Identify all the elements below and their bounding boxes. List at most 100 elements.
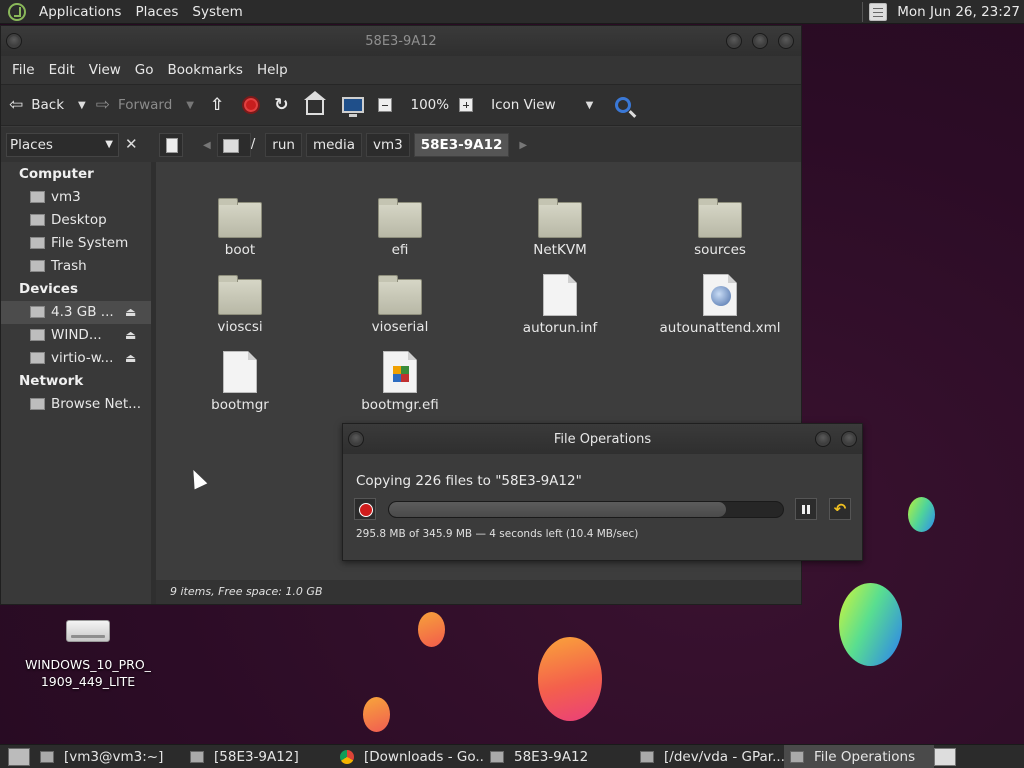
window-menu-button[interactable] — [6, 33, 22, 49]
taskbar-item-file-manager-2[interactable]: 58E3-9A12 — [484, 745, 634, 768]
show-desktop-icon[interactable] — [8, 747, 30, 766]
back-button[interactable]: ⇦ Back ▼ — [9, 95, 86, 115]
sidebar-item-device-1[interactable]: 4.3 GB ... ⏏ — [1, 301, 151, 324]
distro-logo-icon[interactable] — [8, 2, 26, 21]
back-history-dropdown-icon[interactable]: ▼ — [78, 100, 86, 111]
menu-file[interactable]: File — [5, 62, 42, 78]
maximize-button[interactable] — [752, 33, 768, 49]
home-folder-icon — [30, 191, 45, 203]
menu-bookmarks[interactable]: Bookmarks — [161, 62, 250, 78]
close-button[interactable] — [841, 431, 857, 447]
forward-history-dropdown-icon[interactable]: ▼ — [186, 100, 194, 111]
home-button[interactable] — [304, 90, 327, 115]
reload-button[interactable]: ↻ — [274, 95, 296, 115]
minimize-button[interactable] — [726, 33, 742, 49]
file-item[interactable]: efi — [320, 198, 480, 258]
copy-details: 295.8 MB of 345.9 MB — 4 seconds left (1… — [356, 528, 639, 540]
sidebar-type-select[interactable]: Places ▼ — [6, 133, 119, 157]
sidebar-item-file-system[interactable]: File System — [1, 232, 151, 255]
calendar-icon[interactable] — [869, 2, 888, 21]
up-button[interactable]: ⇧ — [210, 95, 232, 115]
file-name: boot — [224, 242, 256, 258]
sidebar-item-device-2[interactable]: WIND... ⏏ — [1, 324, 151, 347]
clock[interactable]: Mon Jun 26, 23:27 — [897, 4, 1020, 20]
undo-icon[interactable]: ↶ — [829, 498, 851, 520]
back-label: Back — [31, 97, 65, 113]
view-mode-dropdown-icon: ▼ — [585, 99, 594, 111]
taskbar-item-file-operations[interactable]: File Operations — [784, 744, 934, 768]
view-mode-select[interactable]: Icon View ▼ — [491, 97, 593, 113]
globe-icon — [711, 286, 731, 306]
window-titlebar[interactable]: 58E3-9A12 — [1, 26, 801, 56]
breadcrumb-item-current[interactable]: 58E3-9A12 — [413, 133, 510, 157]
folder-icon — [218, 198, 262, 238]
eject-icon[interactable]: ⏏ — [125, 324, 136, 347]
sidebar-item-browse-network[interactable]: Browse Net... — [1, 393, 151, 416]
sidebar-item-vm3[interactable]: vm3 — [1, 186, 151, 209]
sidebar-item-device-3[interactable]: virtio-w... ⏏ — [1, 347, 151, 370]
taskbar-item-gparted[interactable]: [/dev/vda - GPar... — [634, 745, 784, 768]
stop-button[interactable] — [242, 96, 261, 114]
breadcrumb-item-run[interactable]: run — [265, 133, 302, 157]
pause-button[interactable] — [795, 498, 817, 520]
chevron-down-icon: ▼ — [105, 139, 113, 150]
file-item[interactable]: vioscsi — [160, 275, 320, 335]
sidebar-item-label: 4.3 GB ... — [51, 304, 114, 320]
eject-icon[interactable]: ⏏ — [125, 301, 136, 324]
computer-button[interactable] — [342, 97, 365, 117]
zoom-level[interactable]: 100% — [410, 97, 449, 113]
taskbar-item-browser[interactable]: [Downloads - Go... — [334, 745, 484, 768]
forward-arrow-icon: ⇨ — [95, 95, 110, 115]
breadcrumb-item-vm3[interactable]: vm3 — [366, 133, 410, 157]
eject-icon[interactable]: ⏏ — [125, 347, 136, 370]
sidebar-item-trash[interactable]: Trash — [1, 255, 151, 278]
breadcrumb-left-arrow-icon[interactable]: ◀ — [203, 140, 211, 151]
taskbar-item-terminal[interactable]: [vm3@vm3:~] — [34, 745, 184, 768]
menu-edit[interactable]: Edit — [42, 62, 82, 78]
menu-go[interactable]: Go — [128, 62, 161, 78]
xml-file-icon — [703, 274, 737, 316]
file-item[interactable]: sources — [640, 198, 800, 258]
zoom-in-button[interactable] — [459, 98, 481, 112]
sidebar-item-desktop[interactable]: Desktop — [1, 209, 151, 232]
menu-places[interactable]: Places — [128, 4, 185, 20]
taskbar-item-file-manager[interactable]: [58E3-9A12] — [184, 745, 334, 768]
taskbar-item-label: [/dev/vda - GPar... — [664, 748, 784, 765]
breadcrumb-root[interactable] — [216, 133, 251, 157]
breadcrumb-item-media[interactable]: media — [305, 133, 362, 157]
close-sidebar-icon[interactable]: ✕ — [125, 137, 138, 152]
toggle-location-entry-icon[interactable] — [159, 133, 183, 157]
generic-file-icon — [223, 351, 257, 393]
toolbar: ⇦ Back ▼ ⇨ Forward ▼ ⇧ ↻ 100% Icon View … — [1, 84, 801, 126]
panel-separator — [862, 1, 864, 22]
menu-help[interactable]: Help — [250, 62, 295, 78]
file-item[interactable]: boot — [160, 198, 320, 258]
taskbar-item-label: [Downloads - Go... — [364, 748, 484, 765]
window-menu-button[interactable] — [348, 431, 364, 447]
workspace-switcher-icon[interactable] — [934, 747, 956, 766]
file-item[interactable]: bootmgr.efi — [320, 351, 480, 413]
up-arrow-icon: ⇧ — [209, 95, 225, 115]
cancel-operation-button[interactable] — [354, 498, 376, 520]
breadcrumb-right-arrow-icon[interactable]: ▶ — [519, 140, 527, 151]
search-button[interactable] — [609, 97, 632, 113]
close-button[interactable] — [778, 33, 794, 49]
menu-view[interactable]: View — [82, 62, 128, 78]
file-name: sources — [694, 242, 746, 258]
file-item[interactable]: autounattend.xml — [640, 274, 800, 336]
menu-system[interactable]: System — [185, 4, 249, 20]
menu-applications[interactable]: Applications — [32, 4, 128, 20]
forward-button[interactable]: ⇨ Forward ▼ — [96, 95, 194, 115]
minimize-button[interactable] — [815, 431, 831, 447]
trash-icon — [30, 260, 45, 272]
file-item[interactable]: autorun.inf — [480, 274, 640, 336]
dialog-titlebar[interactable]: File Operations — [343, 424, 862, 454]
file-item[interactable]: vioserial — [320, 275, 480, 335]
file-item[interactable]: bootmgr — [160, 351, 320, 413]
file-name: efi — [391, 242, 409, 258]
search-icon — [615, 97, 632, 113]
sidebar-item-label: vm3 — [51, 189, 81, 205]
zoom-out-button[interactable] — [378, 98, 400, 112]
desktop-drive-icon[interactable]: WINDOWS_10_PRO_ 1909_449_LITE — [18, 612, 158, 690]
file-item[interactable]: NetKVM — [480, 198, 640, 258]
